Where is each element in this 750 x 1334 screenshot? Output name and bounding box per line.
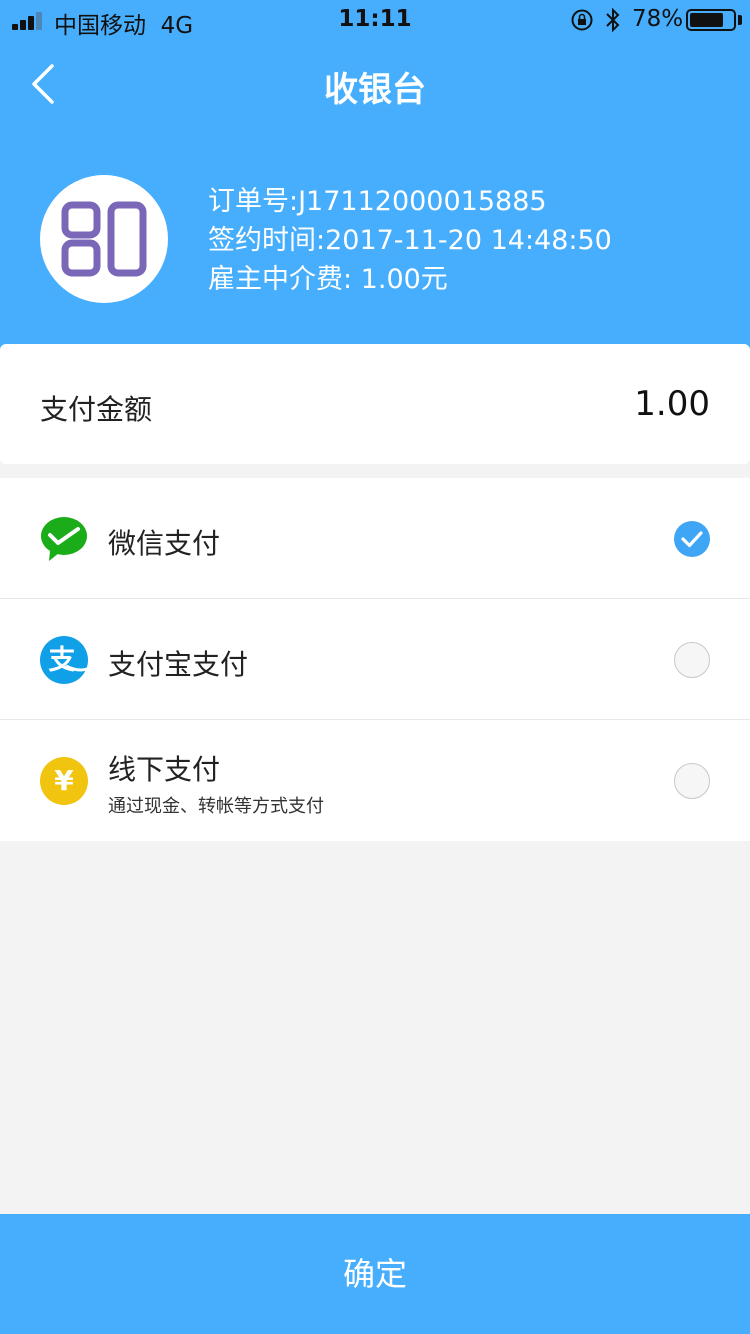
navigation-bar: 收银台 [0, 40, 750, 128]
amount-value: 1.00 [634, 384, 710, 424]
order-details: 订单号:J17112000015885 签约时间:2017-11-20 14:4… [208, 182, 612, 299]
method-label: 微信支付 [108, 527, 221, 560]
alipay-icon: 支 [40, 636, 88, 684]
app-logo-icon [61, 201, 147, 277]
order-summary: 订单号:J17112000015885 签约时间:2017-11-20 14:4… [0, 128, 750, 344]
merchant-avatar [40, 175, 168, 303]
method-label: 支付宝支付 [108, 648, 249, 681]
payment-method-offline[interactable]: ¥ 线下支付 通过现金、转帐等方式支付 [0, 720, 750, 841]
method-description: 通过现金、转帐等方式支付 [108, 796, 324, 817]
battery-icon [686, 9, 736, 31]
payment-amount-card: 支付金额 1.00 [0, 344, 750, 464]
payment-method-list: 微信支付 支 支付宝支付 ¥ 线下支付 通过现金、转帐等方式支付 [0, 478, 750, 841]
payment-method-alipay[interactable]: 支 支付宝支付 [0, 599, 750, 720]
battery-fill [690, 13, 723, 27]
status-bar: 中国移动 4G 11:11 78% [0, 0, 750, 40]
payment-method-wechat[interactable]: 微信支付 [0, 478, 750, 599]
rotation-lock-icon [571, 9, 593, 31]
battery-cap [738, 15, 742, 25]
yuan-icon: ¥ [40, 757, 88, 805]
battery-percent: 78% [632, 6, 684, 32]
radio-unchecked[interactable] [674, 642, 710, 678]
svg-text:支: 支 [49, 645, 76, 676]
order-number: 订单号:J17112000015885 [208, 186, 547, 217]
sign-time: 签约时间:2017-11-20 14:48:50 [208, 225, 612, 256]
page-title: 收银台 [324, 70, 426, 110]
bluetooth-icon [606, 7, 620, 33]
amount-label: 支付金额 [40, 393, 153, 426]
checkmark-icon [681, 531, 703, 548]
agency-fee: 雇主中介费: 1.00元 [208, 264, 448, 295]
radio-checked[interactable] [674, 521, 710, 557]
svg-text:¥: ¥ [54, 764, 74, 797]
radio-unchecked[interactable] [674, 763, 710, 799]
method-label: 线下支付 [108, 753, 221, 786]
wechat-pay-icon [41, 517, 87, 561]
confirm-button[interactable]: 确定 [0, 1214, 750, 1334]
